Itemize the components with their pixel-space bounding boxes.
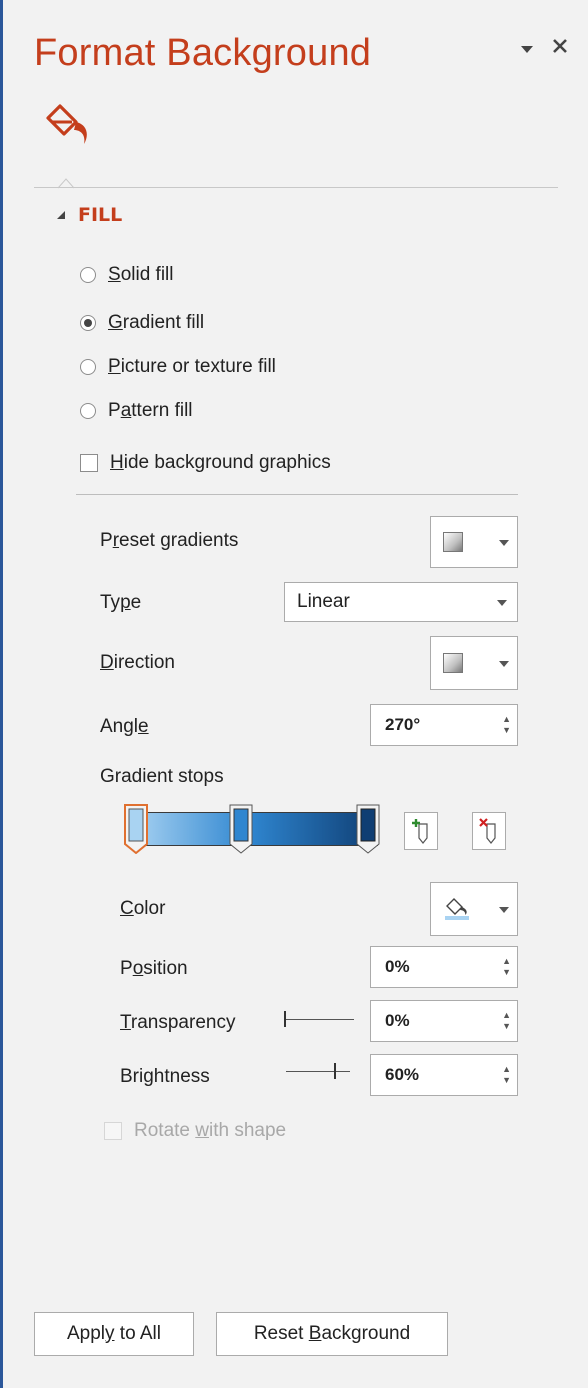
solid-fill-label: Solid fill bbox=[108, 264, 174, 285]
position-label: Position bbox=[120, 958, 188, 979]
reset-background-label: Reset Background bbox=[253, 1323, 411, 1344]
add-gradient-stop-icon bbox=[412, 819, 428, 844]
gradient-stops-label: Gradient stops bbox=[100, 766, 224, 787]
picture-texture-fill-option[interactable]: Picture or texture fill bbox=[80, 356, 276, 378]
pattern-fill-label: Pattern fill bbox=[108, 400, 193, 421]
window-frame-edge bbox=[0, 0, 3, 1388]
close-icon[interactable] bbox=[552, 36, 568, 58]
apply-to-all-button[interactable]: Apply to All bbox=[34, 1312, 194, 1356]
chevron-down-icon bbox=[497, 595, 507, 609]
solid-fill-radio[interactable] bbox=[80, 267, 96, 283]
gradient-fill-option[interactable]: Gradient fill bbox=[80, 312, 204, 334]
remove-gradient-stop-icon bbox=[479, 818, 496, 844]
pane-title: Format Background bbox=[34, 32, 372, 74]
fill-section-header[interactable]: FILL bbox=[56, 204, 122, 226]
apply-to-all-label: Apply to All bbox=[66, 1323, 161, 1344]
transparency-value: 0% bbox=[385, 1011, 410, 1030]
position-spinner[interactable]: 0% ▲ ▼ bbox=[370, 946, 518, 988]
gradient-stop-1[interactable] bbox=[124, 804, 148, 854]
paint-bucket-icon bbox=[445, 898, 469, 920]
reset-background-button[interactable]: Reset Background bbox=[216, 1312, 448, 1356]
transparency-slider[interactable] bbox=[284, 1004, 356, 1034]
direction-swatch-icon bbox=[443, 653, 463, 673]
direction-dropdown[interactable] bbox=[430, 636, 518, 690]
gradient-fill-label: Gradient fill bbox=[108, 312, 205, 333]
fill-section-label: FILL bbox=[78, 204, 123, 226]
angle-label: Angle bbox=[100, 716, 149, 737]
transparency-label: Transparency bbox=[120, 1012, 236, 1033]
color-dropdown[interactable] bbox=[430, 882, 518, 936]
gradient-fill-radio[interactable] bbox=[80, 315, 96, 331]
gradient-stop-3[interactable] bbox=[356, 804, 380, 854]
collapse-triangle-icon bbox=[56, 208, 66, 223]
header-divider bbox=[34, 187, 558, 188]
gradient-stops-bar[interactable] bbox=[130, 812, 378, 846]
picture-texture-fill-radio[interactable] bbox=[80, 359, 96, 375]
brightness-value: 60% bbox=[385, 1065, 420, 1084]
gradient-swatch-icon bbox=[443, 532, 463, 552]
angle-value: 270° bbox=[385, 715, 421, 734]
pattern-fill-radio[interactable] bbox=[80, 403, 96, 419]
chevron-down-icon bbox=[499, 656, 509, 670]
type-select-value: Linear bbox=[297, 591, 350, 612]
chevron-down-icon bbox=[499, 902, 509, 916]
fill-line-tab[interactable] bbox=[42, 104, 94, 148]
remove-gradient-stop-button[interactable] bbox=[472, 812, 506, 850]
rotate-with-shape-option: Rotate with shape bbox=[104, 1120, 286, 1142]
preset-gradients-label: Preset gradients bbox=[100, 530, 239, 551]
spin-arrows-icon[interactable]: ▲ ▼ bbox=[502, 1010, 511, 1032]
brightness-slider-track-right bbox=[336, 1070, 350, 1072]
hide-background-graphics-option[interactable]: Hide background graphics bbox=[80, 452, 331, 474]
pattern-fill-option[interactable]: Pattern fill bbox=[80, 400, 193, 422]
color-label: Color bbox=[120, 898, 166, 919]
type-select[interactable]: Linear bbox=[284, 582, 518, 622]
add-gradient-stop-button[interactable] bbox=[404, 812, 438, 850]
rotate-with-shape-label: Rotate with shape bbox=[134, 1120, 287, 1141]
chevron-down-icon bbox=[499, 535, 509, 549]
spin-arrows-icon[interactable]: ▲ ▼ bbox=[502, 1064, 511, 1086]
spin-arrows-icon[interactable]: ▲ ▼ bbox=[502, 714, 511, 736]
type-label: Type bbox=[100, 592, 142, 613]
transparency-spinner[interactable]: 0% ▲ ▼ bbox=[370, 1000, 518, 1042]
rotate-with-shape-checkbox bbox=[104, 1122, 122, 1140]
gradient-stop-2[interactable] bbox=[229, 804, 253, 854]
hide-background-graphics-label: Hide background graphics bbox=[110, 452, 331, 473]
solid-fill-option[interactable]: Solid fill bbox=[80, 264, 174, 286]
brightness-label: Brightness bbox=[120, 1066, 210, 1087]
transparency-slider-track bbox=[286, 1018, 354, 1020]
pane-controls bbox=[520, 36, 568, 58]
brightness-spinner[interactable]: 60% ▲ ▼ bbox=[370, 1054, 518, 1096]
brightness-slider[interactable] bbox=[286, 1056, 358, 1086]
angle-spinner[interactable]: 270° ▲ ▼ bbox=[370, 704, 518, 746]
pane-options-caret-icon[interactable] bbox=[520, 36, 534, 58]
picture-texture-fill-label: Picture or texture fill bbox=[108, 356, 276, 377]
section-separator bbox=[76, 494, 518, 495]
hide-background-graphics-checkbox[interactable] bbox=[80, 454, 98, 472]
spin-arrows-icon[interactable]: ▲ ▼ bbox=[502, 956, 511, 978]
fill-line-paint-bucket-icon bbox=[46, 104, 87, 144]
position-value: 0% bbox=[385, 957, 410, 976]
brightness-slider-track-left bbox=[286, 1070, 334, 1072]
direction-label: Direction bbox=[100, 652, 175, 673]
preset-gradients-dropdown[interactable] bbox=[430, 516, 518, 568]
